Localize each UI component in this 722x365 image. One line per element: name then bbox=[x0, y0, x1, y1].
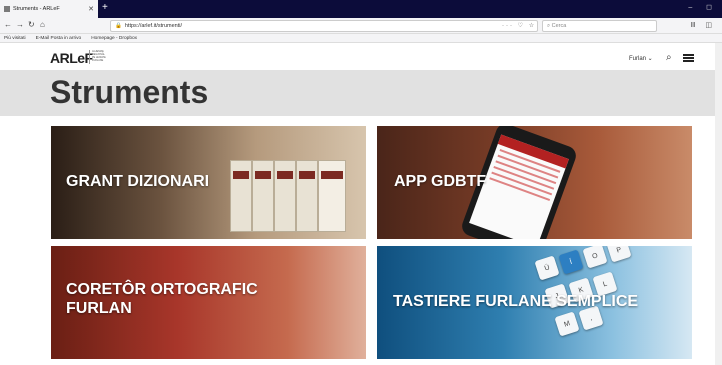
card-coretor-ortografic[interactable]: CORETÔR ORTOGRAFIC FURLAN bbox=[51, 246, 366, 359]
card-label-line1: CORETÔR ORTOGRAFIC bbox=[66, 281, 258, 298]
hamburger-menu-icon[interactable] bbox=[683, 54, 694, 62]
card-label: TASTIERE FURLANE SEMPLICE bbox=[393, 293, 639, 310]
home-icon[interactable]: ⌂ bbox=[40, 20, 45, 29]
search-input[interactable]: ⌕ Cerca bbox=[542, 20, 657, 32]
browser-tab[interactable]: Struments - ARLeF ✕ bbox=[0, 0, 98, 18]
bookmark-most-visited[interactable]: Più visitati bbox=[4, 36, 26, 41]
tab-title: Struments - ARLeF bbox=[13, 6, 60, 12]
site-header: ARLeF AGJENZIE REGJONÂL PE LENGHE FURLAN… bbox=[0, 43, 722, 70]
back-icon[interactable]: ← bbox=[4, 20, 12, 29]
url-text: https://arlef.it/strumenti/ bbox=[124, 23, 183, 29]
language-selector[interactable]: Furlan ⌄ bbox=[629, 55, 653, 62]
card-label-line2: FURLAN bbox=[66, 300, 132, 317]
card-grant-dizionari[interactable]: GRANT DIZIONARI bbox=[51, 126, 366, 239]
library-icon[interactable]: Ⅲ ◫ bbox=[691, 21, 716, 29]
card-tastiere-furlane[interactable]: Ú Í O P J K L M , TASTIERE FURLANE SEMPL… bbox=[377, 246, 692, 359]
page-title: Struments bbox=[50, 74, 209, 110]
reload-icon[interactable]: ↻ bbox=[28, 20, 35, 29]
new-tab-button[interactable]: + bbox=[102, 2, 108, 13]
scrollbar[interactable] bbox=[715, 43, 722, 365]
card-app-gdbtf[interactable]: APP GDBTF bbox=[377, 126, 692, 239]
logo-subtitle: AGJENZIE REGJONÂL PE LENGHE FURLANE bbox=[89, 50, 107, 64]
page-hero: Struments bbox=[0, 70, 722, 116]
favicon-icon bbox=[4, 6, 10, 12]
bookmark-email[interactable]: E-Mail Posta in arrivo bbox=[36, 36, 82, 41]
search-icon[interactable]: ⌕ bbox=[666, 52, 672, 63]
browser-tab-bar: Struments - ARLeF ✕ + – ◻ bbox=[0, 0, 722, 18]
forward-icon[interactable]: → bbox=[16, 20, 24, 29]
browser-nav-bar: ← → ↻ ⌂ 🔒 https://arlef.it/strumenti/ ··… bbox=[0, 18, 722, 34]
window-controls[interactable]: – ◻ bbox=[688, 3, 718, 11]
search-placeholder: Cerca bbox=[551, 23, 567, 29]
close-tab-icon[interactable]: ✕ bbox=[88, 5, 94, 13]
address-bar[interactable]: 🔒 https://arlef.it/strumenti/ bbox=[110, 20, 538, 32]
bookmarks-bar: Più visitati E-Mail Posta in arrivo Home… bbox=[0, 34, 722, 43]
lock-icon: 🔒 bbox=[115, 23, 122, 29]
page-actions-icon[interactable]: ··· ♡ ☆ bbox=[502, 22, 536, 29]
card-label: GRANT DIZIONARI bbox=[66, 173, 210, 190]
dictionary-books-image bbox=[230, 156, 348, 232]
card-label: APP GDBTF bbox=[394, 173, 487, 190]
bookmark-dropbox[interactable]: Homepage - Dropbox bbox=[91, 36, 137, 41]
site-logo[interactable]: ARLeF bbox=[50, 50, 93, 66]
